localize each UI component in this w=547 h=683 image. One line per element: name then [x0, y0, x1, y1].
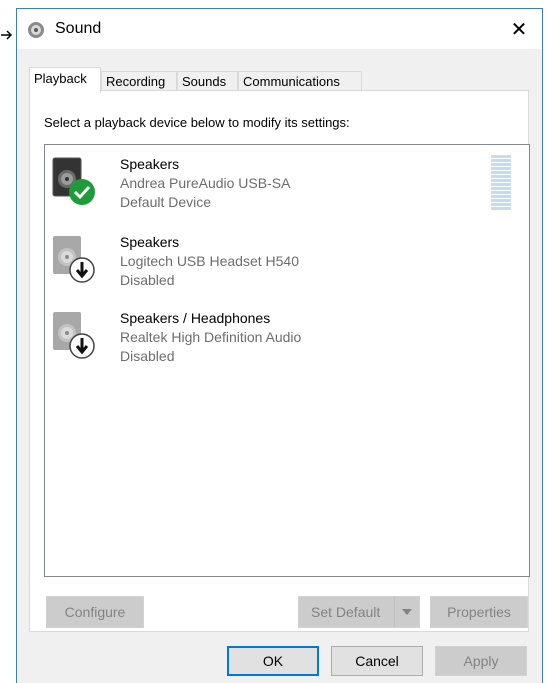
mouse-cursor-icon — [1, 30, 13, 40]
speaker-icon — [28, 22, 44, 38]
window-title: Sound — [55, 20, 102, 37]
list-item[interactable]: Speakers Logitech USB Headset H540 Disab… — [45, 223, 529, 295]
device-name: Speakers — [120, 156, 180, 172]
device-status: Default Device — [120, 194, 212, 210]
cancel-button[interactable]: Cancel — [331, 646, 423, 676]
list-item[interactable]: Speakers / Headphones Realtek High Defin… — [45, 299, 529, 371]
properties-button[interactable]: Properties — [430, 596, 528, 628]
down-arrow-icon — [69, 333, 95, 359]
playback-panel: Select a playback device below to modify… — [29, 90, 530, 632]
device-description: Realtek High Definition Audio — [120, 329, 302, 345]
device-status: Disabled — [120, 348, 175, 364]
speaker-device-icon — [53, 236, 95, 283]
configure-button[interactable]: Configure — [46, 596, 144, 628]
speaker-device-icon — [52, 157, 95, 205]
device-name: Speakers / Headphones — [120, 310, 271, 326]
tab-communications[interactable]: Communications — [238, 71, 362, 92]
check-icon — [69, 179, 95, 205]
instruction-text: Select a playback device below to modify… — [44, 115, 350, 130]
title-bar: Sound ✕ — [17, 9, 542, 49]
apply-button[interactable]: Apply — [435, 646, 527, 676]
tab-recording[interactable]: Recording — [101, 71, 177, 92]
tab-playback[interactable]: Playback — [29, 67, 101, 93]
down-arrow-icon — [69, 257, 95, 283]
volume-level-meter — [491, 155, 511, 215]
set-default-button[interactable]: Set Default — [298, 596, 420, 628]
device-status: Disabled — [120, 272, 175, 288]
device-name: Speakers — [120, 234, 180, 250]
device-description: Andrea PureAudio USB-SA — [120, 175, 291, 191]
chevron-down-icon — [402, 609, 412, 615]
speaker-device-icon — [53, 312, 95, 359]
tab-sounds[interactable]: Sounds — [177, 71, 238, 92]
device-description: Logitech USB Headset H540 — [120, 253, 299, 269]
device-list[interactable]: Speakers Andrea PureAudio USB-SA Default… — [44, 144, 530, 577]
list-item[interactable]: Speakers Andrea PureAudio USB-SA Default… — [45, 145, 529, 217]
set-default-label: Set Default — [311, 604, 381, 620]
close-icon: ✕ — [510, 18, 528, 41]
ok-button[interactable]: OK — [227, 646, 319, 676]
sound-dialog: Sound ✕ Playback Recording Sounds Commun… — [16, 8, 543, 683]
set-default-dropdown-arrow[interactable] — [394, 597, 419, 627]
close-button[interactable]: ✕ — [496, 9, 542, 49]
